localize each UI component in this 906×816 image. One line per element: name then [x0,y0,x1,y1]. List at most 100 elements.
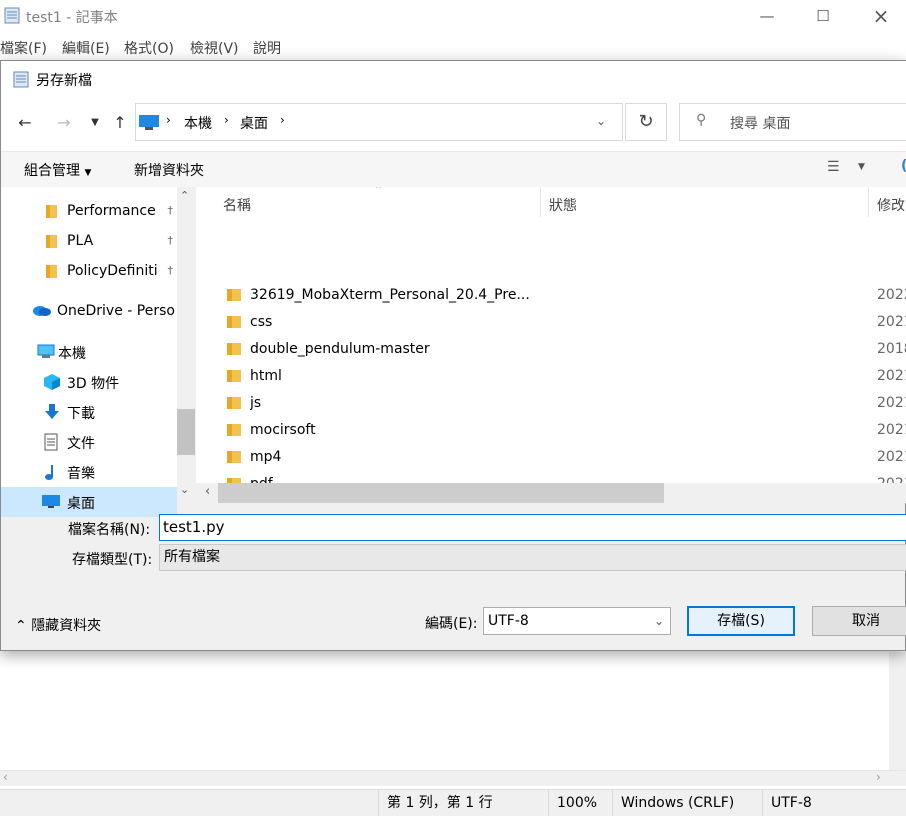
breadcrumb-separator-icon[interactable]: › [224,113,229,127]
file-row[interactable]: mocirsoft 2021 [196,418,906,445]
organize-button[interactable]: 組合管理 ▼ [24,160,91,180]
new-folder-button[interactable]: 新增資料夾 [134,160,204,180]
minimize-button[interactable]: — [744,0,790,32]
file-row[interactable]: double_pendulum-master 2018 [196,337,906,364]
chevron-down-icon[interactable]: ⌄ [596,114,606,128]
dialog-titlebar: 另存新檔 [1,61,906,97]
status-line-ending: Windows (CRLF) [612,790,762,816]
file-name: 32619_MobaXterm_Personal_20.4_Pre... [250,287,530,303]
tree-item[interactable]: 文件 [1,427,177,457]
tree-item[interactable]: 下載 [1,397,177,427]
status-position: 第 1 列，第 1 行 [378,790,548,816]
tree-item[interactable]: 桌面 [1,487,177,517]
folder-icon [227,289,241,301]
scroll-left-icon[interactable]: ‹ [3,770,8,784]
encoding-select[interactable]: UTF-8 ⌄ [483,607,671,635]
file-name: css [250,314,273,330]
notepad-text-area[interactable] [0,652,906,770]
sort-ascending-icon: ⌃ [374,187,384,196]
tree-item-label: 本機 [58,346,86,362]
scroll-thumb[interactable] [177,409,195,455]
status-encoding: UTF-8 [762,790,906,816]
file-row[interactable]: js 2021 [196,391,906,418]
file-name: double_pendulum-master [250,341,430,357]
save-button[interactable]: 存檔(S) [687,606,795,636]
filename-input[interactable]: test1.py [159,514,906,541]
tree-item[interactable]: PolicyDefiniti † [1,257,177,287]
close-button[interactable]: × [858,0,904,32]
search-input[interactable]: ⚲ 搜尋 桌面 [679,103,906,141]
back-icon[interactable]: ← [13,111,37,135]
column-header-name[interactable]: 名稱 [223,193,251,219]
scroll-thumb[interactable] [218,483,664,503]
folder-icon [227,343,241,355]
up-icon[interactable]: ↑ [108,111,132,135]
file-row[interactable]: mp4 2021 [196,445,906,472]
folder-icon [45,233,63,251]
breadcrumb-separator-icon[interactable]: › [280,113,285,127]
search-icon: ⚲ [696,112,707,128]
breadcrumb-separator-icon[interactable]: › [166,113,171,127]
navigation-pane-scrollbar[interactable]: ⌃ ⌄ [177,187,195,503]
menu-format[interactable]: 格式(O) [124,38,174,58]
search-placeholder: 搜尋 桌面 [730,116,791,132]
file-list-horizontal-scrollbar[interactable]: ‹ [196,483,906,503]
chevron-down-icon: ▼ [84,168,92,178]
column-header-status[interactable]: 狀態 [549,193,577,219]
folder-icon [227,370,241,382]
menu-file[interactable]: 檔案(F) [0,38,47,58]
address-bar[interactable]: › 本機 › 桌面 › ⌄ [135,103,623,141]
refresh-icon[interactable]: ↻ [625,103,667,141]
file-modified: 2021 [877,395,906,411]
scroll-right-icon[interactable]: › [876,770,881,784]
chevron-down-icon: ⌄ [653,614,664,628]
notepad-icon [13,71,29,88]
file-modified: 2018 [877,341,906,357]
scroll-left-icon[interactable]: ‹ [205,484,210,499]
notepad-vertical-scrollbar[interactable] [889,652,906,770]
folder-icon [45,203,63,221]
maximize-button[interactable]: ☐ [800,0,846,32]
breadcrumb-this-pc[interactable]: 本機 [184,113,212,133]
file-name: mp4 [250,449,282,465]
hide-folders-button[interactable]: ⌃ 隱藏資料夾 [15,615,101,635]
scroll-down-icon[interactable]: ⌄ [180,483,189,496]
file-row[interactable]: pdf 2021 [196,472,906,483]
command-toolbar: 組合管理 ▼ 新增資料夾 ☰ ▼ ( [1,151,906,187]
scroll-up-icon[interactable]: ⌃ [180,189,189,202]
menu-view[interactable]: 檢視(V) [190,38,239,58]
tree-item[interactable]: PLA † [1,227,177,257]
file-row[interactable]: 32619_MobaXterm_Personal_20.4_Pre... 2022 [196,283,906,310]
music-icon [43,463,61,481]
tree-item[interactable]: 3D 物件 [1,367,177,397]
filetype-select[interactable]: 所有檔案 [159,544,906,571]
recent-locations-icon[interactable]: ▼ [83,111,107,135]
folder-icon [45,263,63,281]
tree-item[interactable]: 音樂 [1,457,177,487]
menu-edit[interactable]: 編輯(E) [62,38,110,58]
column-header-modified[interactable]: 修改 [877,193,905,219]
status-zoom: 100% [548,790,612,816]
view-options-icon[interactable]: ☰ [827,159,840,175]
file-row[interactable]: css 2021 [196,310,906,337]
folder-icon [227,424,241,436]
menu-help[interactable]: 說明 [253,38,281,58]
notepad-horizontal-scrollbar[interactable]: ‹ › [0,770,906,786]
tree-item[interactable]: Performance † [1,197,177,227]
file-modified: 2021 [877,422,906,438]
tree-item[interactable]: OneDrive - Perso [1,297,177,327]
notepad-titlebar: test1 - 記事本 — ☐ × [0,0,906,32]
file-name: js [250,395,262,411]
help-icon[interactable]: ( [901,158,906,174]
forward-icon[interactable]: → [52,111,76,135]
folder-icon [227,451,241,463]
organize-label: 組合管理 [24,163,80,179]
chevron-down-icon[interactable]: ▼ [858,162,865,172]
folder-icon [227,397,241,409]
breadcrumb-desktop[interactable]: 桌面 [240,113,268,133]
tree-item-label: PLA [67,233,94,249]
file-row[interactable]: html 2021 [196,364,906,391]
cancel-button[interactable]: 取消 [812,606,906,636]
tree-item-label: PolicyDefiniti [67,263,157,279]
tree-item[interactable]: 本機 [1,337,177,367]
